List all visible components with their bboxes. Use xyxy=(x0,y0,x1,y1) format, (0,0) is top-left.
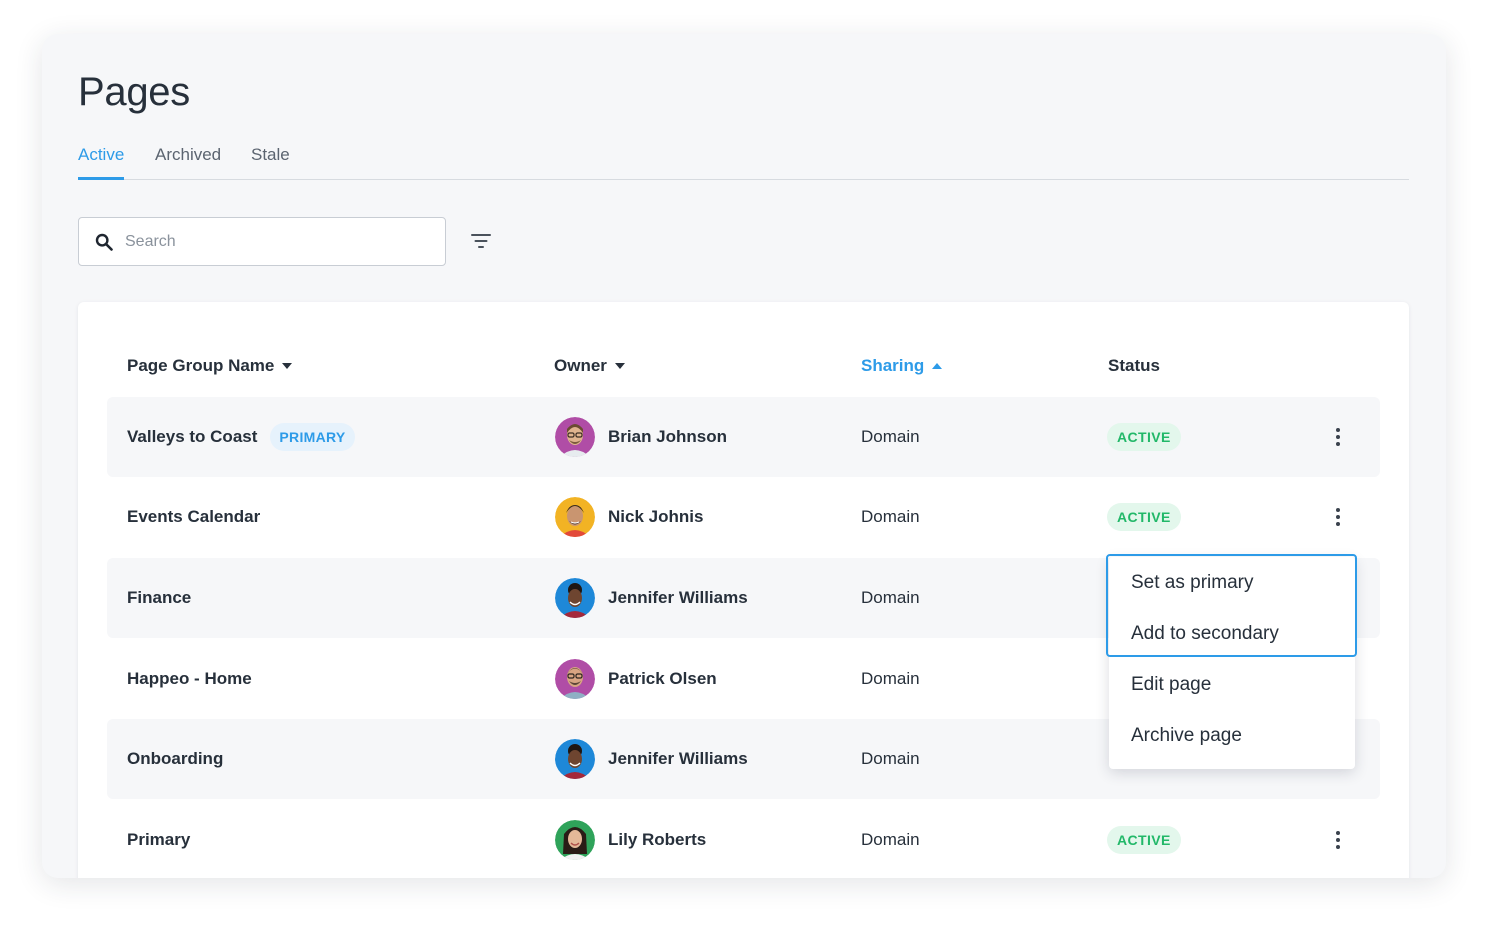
menu-item-add-to-secondary[interactable]: Add to secondary xyxy=(1109,608,1355,659)
tab-bar: Active Archived Stale xyxy=(78,140,1409,180)
more-options-icon[interactable] xyxy=(1332,427,1344,447)
pages-window: Pages Active Archived Stale Page Group N… xyxy=(42,34,1446,878)
page-group-name-cell: Events Calendar xyxy=(127,477,260,557)
sharing-value: Domain xyxy=(861,749,920,768)
avatar xyxy=(555,739,595,779)
caret-down-icon xyxy=(282,363,293,369)
status-badge: ACTIVE xyxy=(1107,423,1181,451)
page-group-name-cell: Finance xyxy=(127,558,191,638)
search-input[interactable] xyxy=(125,218,425,265)
caret-down-icon xyxy=(614,363,625,369)
avatar xyxy=(555,820,595,860)
avatar xyxy=(555,578,595,618)
avatar xyxy=(555,417,595,457)
tab-stale[interactable]: Stale xyxy=(251,145,290,177)
sharing-value: Domain xyxy=(861,588,920,607)
tab-active[interactable]: Active xyxy=(78,145,125,180)
page-group-name[interactable]: Primary xyxy=(127,830,190,850)
avatar xyxy=(555,497,595,537)
status-badge: ACTIVE xyxy=(1107,826,1181,854)
column-header-page-group-name[interactable]: Page Group Name xyxy=(127,354,293,378)
column-header-label: Status xyxy=(1108,356,1160,375)
table-row[interactable]: Events Calendar Nick Johnis Domain ACTIV… xyxy=(107,477,1380,557)
sharing-value: Domain xyxy=(861,830,920,849)
page-group-name-cell: Valleys to Coast PRIMARY xyxy=(127,397,355,477)
sharing-value: Domain xyxy=(861,507,920,526)
column-header-label: Owner xyxy=(554,356,607,375)
search-icon xyxy=(95,233,113,251)
column-header-label: Page Group Name xyxy=(127,356,275,375)
owner-name: Lily Roberts xyxy=(608,830,707,849)
primary-badge: PRIMARY xyxy=(270,423,355,451)
caret-up-icon xyxy=(932,363,943,369)
page-group-name-cell: Primary xyxy=(127,800,190,878)
table-row[interactable]: Primary Lily Roberts Domain ACTIVE xyxy=(107,800,1380,878)
page-group-name-cell: Onboarding xyxy=(127,719,223,799)
column-header-sharing[interactable]: Sharing xyxy=(861,354,943,378)
row-context-menu: Set as primary Add to secondary Edit pag… xyxy=(1106,554,1357,769)
more-options-icon[interactable] xyxy=(1332,830,1344,850)
page-group-name[interactable]: Valleys to Coast xyxy=(127,427,257,447)
column-header-label: Sharing xyxy=(861,356,925,375)
sharing-value: Domain xyxy=(861,427,920,446)
page-title: Pages xyxy=(78,70,190,114)
owner-name: Patrick Olsen xyxy=(608,669,717,688)
page-group-name[interactable]: Finance xyxy=(127,588,191,608)
column-header-status: Status xyxy=(1108,354,1160,378)
menu-item-archive-page[interactable]: Archive page xyxy=(1109,710,1355,761)
owner-name: Brian Johnson xyxy=(608,427,728,446)
menu-item-edit-page[interactable]: Edit page xyxy=(1109,659,1355,710)
page-group-name[interactable]: Happeo - Home xyxy=(127,669,252,689)
page-group-name-cell: Happeo - Home xyxy=(127,639,252,719)
owner-name: Nick Johnis xyxy=(608,507,704,526)
owner-name: Jennifer Williams xyxy=(608,588,748,607)
page-group-name[interactable]: Events Calendar xyxy=(127,507,260,527)
filter-icon[interactable] xyxy=(467,229,495,253)
more-options-icon[interactable] xyxy=(1332,507,1344,527)
menu-item-set-as-primary[interactable]: Set as primary xyxy=(1109,557,1355,608)
search-box[interactable] xyxy=(78,217,446,266)
owner-name: Jennifer Williams xyxy=(608,749,748,768)
status-badge: ACTIVE xyxy=(1107,503,1181,531)
column-header-owner[interactable]: Owner xyxy=(554,354,625,378)
page-group-name[interactable]: Onboarding xyxy=(127,749,223,769)
sharing-value: Domain xyxy=(861,669,920,688)
avatar xyxy=(555,659,595,699)
table-row[interactable]: Valleys to Coast PRIMARY Brian Johnson D… xyxy=(107,397,1380,477)
tab-archived[interactable]: Archived xyxy=(155,145,221,177)
